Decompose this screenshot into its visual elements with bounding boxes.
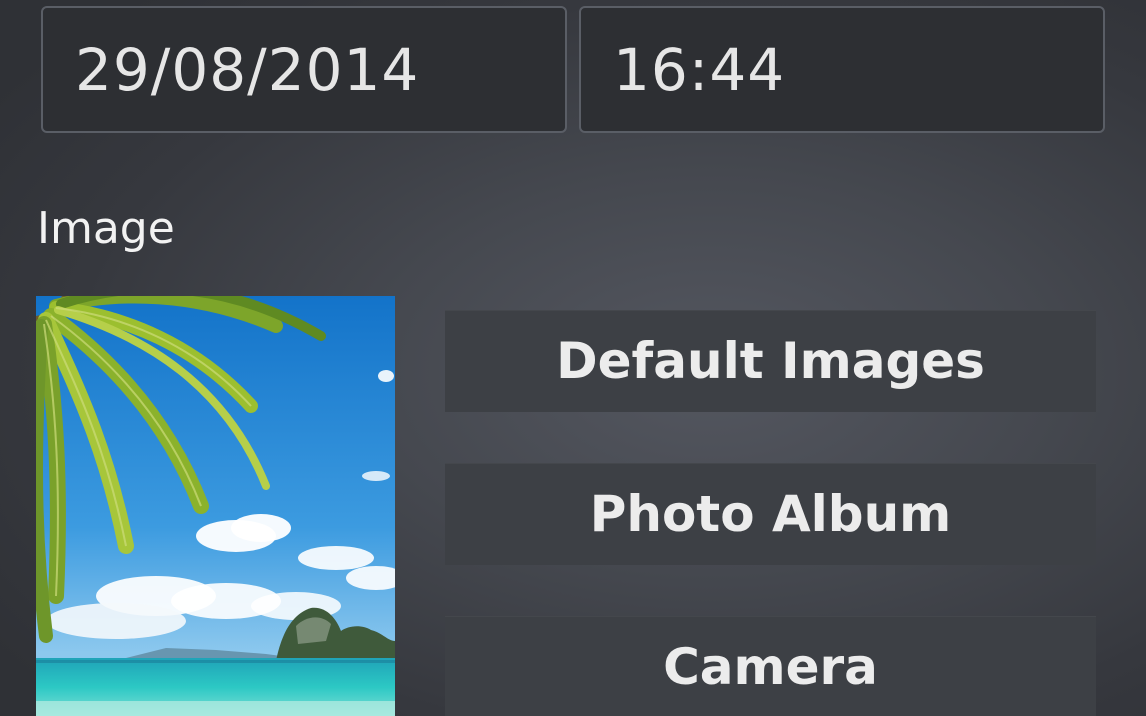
time-field[interactable]: 16:44 [579, 6, 1105, 133]
camera-button[interactable]: Camera [445, 616, 1096, 716]
date-field[interactable]: 29/08/2014 [41, 6, 567, 133]
default-images-button[interactable]: Default Images [445, 310, 1096, 412]
selected-image-thumbnail[interactable] [36, 296, 395, 716]
image-section-label: Image [37, 203, 175, 254]
photo-album-button[interactable]: Photo Album [445, 463, 1096, 565]
beach-palm-image [36, 296, 395, 716]
